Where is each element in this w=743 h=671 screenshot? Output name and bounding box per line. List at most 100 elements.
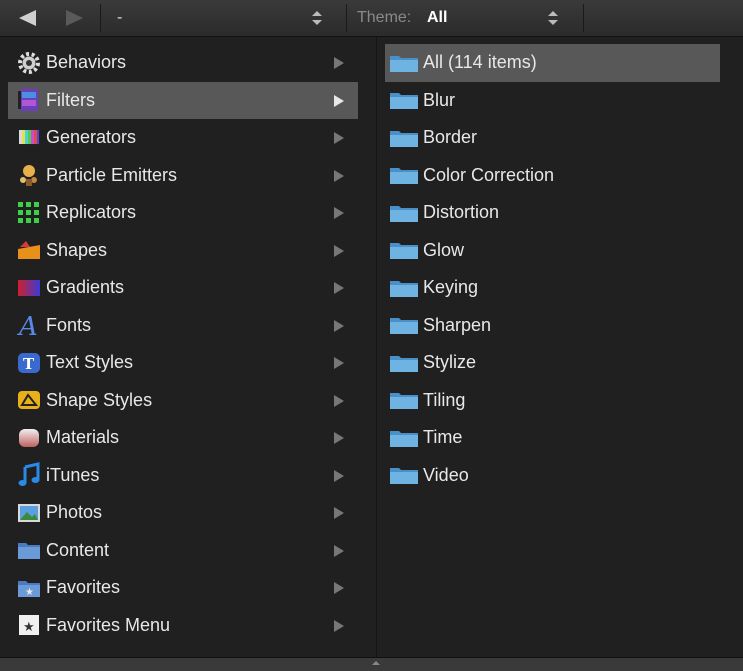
category-label: Replicators [46,202,137,223]
folder-icon [389,275,419,301]
folder-label: Sharpen [423,314,492,335]
stepper-arrows-icon [311,10,323,26]
browser-toolbar: - Theme: All [0,0,743,37]
photos-icon [16,500,42,526]
text-styles-icon: T [16,350,42,376]
chevron-right-icon [334,169,344,182]
category-label: Fonts [46,314,92,335]
back-arrow-icon[interactable] [16,9,38,27]
category-row[interactable]: Shapes [8,232,358,270]
stepper-arrows-icon [547,10,559,26]
folder-row[interactable]: All (114 items) [385,44,720,82]
folder-row[interactable]: Border [385,119,720,157]
gradients-icon [16,275,42,301]
chevron-right-icon [334,469,344,482]
chevron-right-icon [334,619,344,632]
folder-icon [389,162,419,188]
shapes-icon [16,237,42,263]
category-row[interactable]: ★ Favorites [8,569,358,607]
category-row[interactable]: Shape Styles [8,382,358,420]
category-row[interactable]: Materials [8,419,358,457]
folder-label: Keying [423,277,479,298]
folder-label: Tiling [423,389,466,410]
chevron-right-icon [334,94,344,107]
category-label: Photos [46,502,103,523]
chevron-right-icon [334,582,344,594]
category-row[interactable]: iTunes [8,457,358,495]
folder-list: All (114 items) Blur Border Color Correctio… [385,44,720,654]
folder-label: Distortion [423,202,500,223]
chevron-right-icon [334,282,344,294]
chevron-right-icon [334,57,344,69]
svg-text:★: ★ [23,619,35,634]
folder-row[interactable]: Glow [385,232,720,270]
folder-icon [389,200,419,226]
theme-popup[interactable]: Theme: All [346,4,584,32]
category-label: Filters [46,89,95,110]
fonts-icon: A [16,312,42,338]
favorites-menu-icon: ★ [16,612,42,638]
folder-label: Color Correction [423,164,555,185]
particle-emitters-icon [16,162,42,188]
folder-label: Blur [423,89,456,110]
path-popup[interactable]: - [100,4,331,32]
category-label: Text Styles [46,352,134,373]
category-row[interactable]: T Text Styles [8,344,358,382]
svg-text:★: ★ [25,587,34,598]
category-label: Generators [46,127,137,148]
folder-row[interactable]: Keying [385,269,720,307]
category-row[interactable]: Generators [8,119,358,157]
folder-row[interactable]: Color Correction [385,157,720,195]
category-label: Shapes [46,239,108,260]
svg-text:A: A [17,312,38,338]
category-label: Materials [46,427,120,448]
folder-icon [389,387,419,413]
category-row[interactable]: Content [8,532,358,570]
folder-icon [389,312,419,338]
folder-icon [389,462,419,488]
chevron-right-icon [334,132,344,144]
category-label: iTunes [46,464,100,485]
category-row[interactable]: Behaviors [8,44,358,82]
category-label: Gradients [46,277,125,298]
theme-value: All [427,9,448,26]
folder-icon [389,125,419,151]
resize-handle-icon [372,661,380,665]
content-folder-icon [16,537,42,563]
category-row[interactable]: Gradients [8,269,358,307]
generators-icon [16,125,42,151]
category-row[interactable]: Replicators [8,194,358,232]
category-list: Behaviors Filters Generators Particle Emitt… [8,44,358,654]
chevron-right-icon [334,244,344,257]
resize-bar[interactable] [0,657,743,671]
category-row[interactable]: A Fonts [8,307,358,345]
chevron-right-icon [334,432,344,444]
column-divider[interactable] [376,37,377,657]
category-label: Content [46,539,110,560]
category-row[interactable]: ★ Favorites Menu [8,607,358,645]
folder-label: Glow [423,239,465,260]
folder-row[interactable]: Stylize [385,344,720,382]
music-note-icon [16,462,42,488]
category-row[interactable]: Filters [8,81,358,119]
category-label: Behaviors [46,52,127,73]
chevron-right-icon [334,207,344,219]
replicators-icon [16,200,42,226]
folder-row[interactable]: Time [385,419,720,457]
chevron-right-icon [334,357,344,369]
folder-row[interactable]: Tiling [385,382,720,420]
chevron-right-icon [334,507,344,519]
theme-label: Theme: [357,9,412,26]
folder-icon [389,87,419,113]
category-label: Favorites [46,577,121,598]
folder-row[interactable]: Video [385,457,720,495]
folder-row[interactable]: Blur [385,82,720,120]
folder-row[interactable]: Distortion [385,194,720,232]
svg-text:T: T [23,355,35,373]
favorites-folder-icon: ★ [16,575,42,601]
category-row[interactable]: Particle Emitters [8,157,358,195]
forward-arrow-icon[interactable] [64,9,86,27]
folder-label: Time [423,427,463,448]
category-row[interactable]: Photos [8,494,358,532]
folder-row[interactable]: Sharpen [385,307,720,345]
